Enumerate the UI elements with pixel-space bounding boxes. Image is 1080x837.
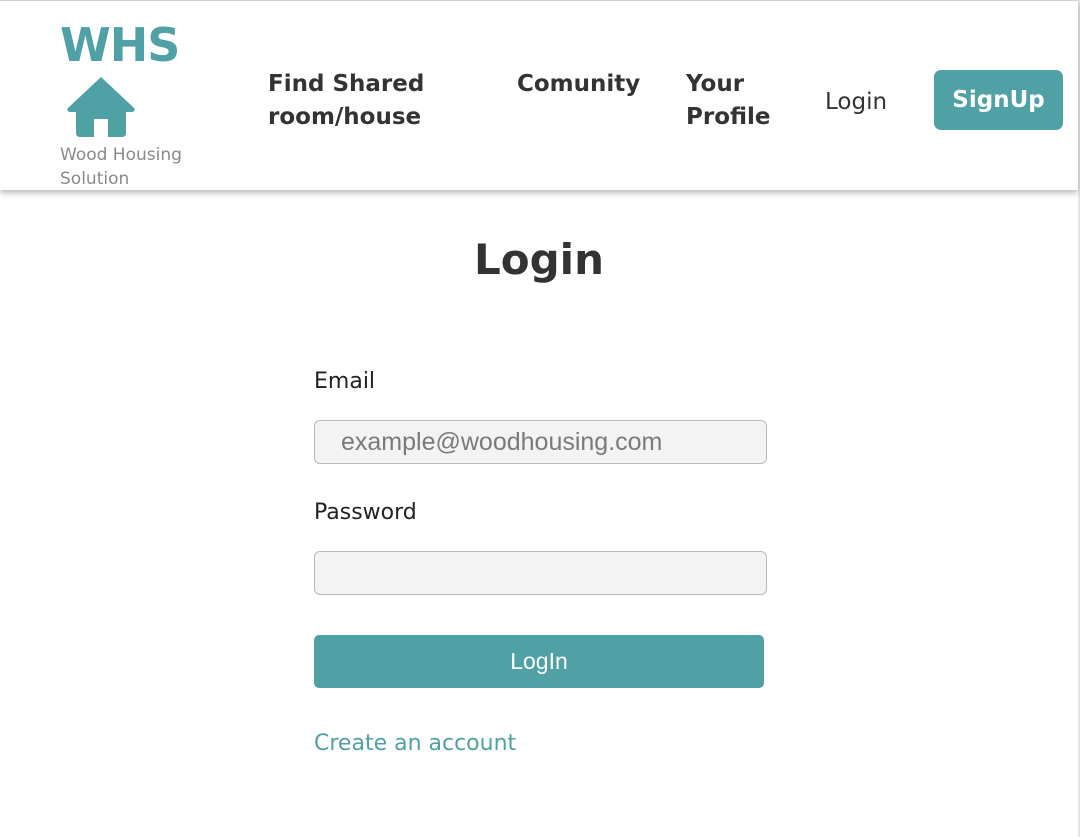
nav-community[interactable]: Comunity xyxy=(517,68,640,101)
create-account-link[interactable]: Create an account xyxy=(314,729,516,759)
house-icon xyxy=(67,77,135,137)
email-input[interactable] xyxy=(314,420,767,464)
password-label: Password xyxy=(314,500,417,525)
page-title: Login xyxy=(474,235,604,284)
page-frame: WHS Wood Housing Solution Find Shared ro… xyxy=(0,0,1080,837)
email-label: Email xyxy=(314,369,376,394)
nav-find-shared-room[interactable]: Find Shared room/house xyxy=(268,68,458,134)
site-header: WHS Wood Housing Solution Find Shared ro… xyxy=(0,1,1078,190)
nav-your-profile[interactable]: Your Profile xyxy=(686,68,786,134)
nav-login-link[interactable]: Login xyxy=(825,86,887,118)
brand-logo[interactable]: WHS Wood Housing Solution xyxy=(60,18,220,189)
brand-subtitle: Wood Housing Solution xyxy=(60,145,182,189)
password-input[interactable] xyxy=(314,551,767,595)
signup-button[interactable]: SignUp xyxy=(934,70,1063,130)
login-submit-button[interactable]: LogIn xyxy=(314,635,764,688)
brand-title: WHS xyxy=(60,18,180,72)
